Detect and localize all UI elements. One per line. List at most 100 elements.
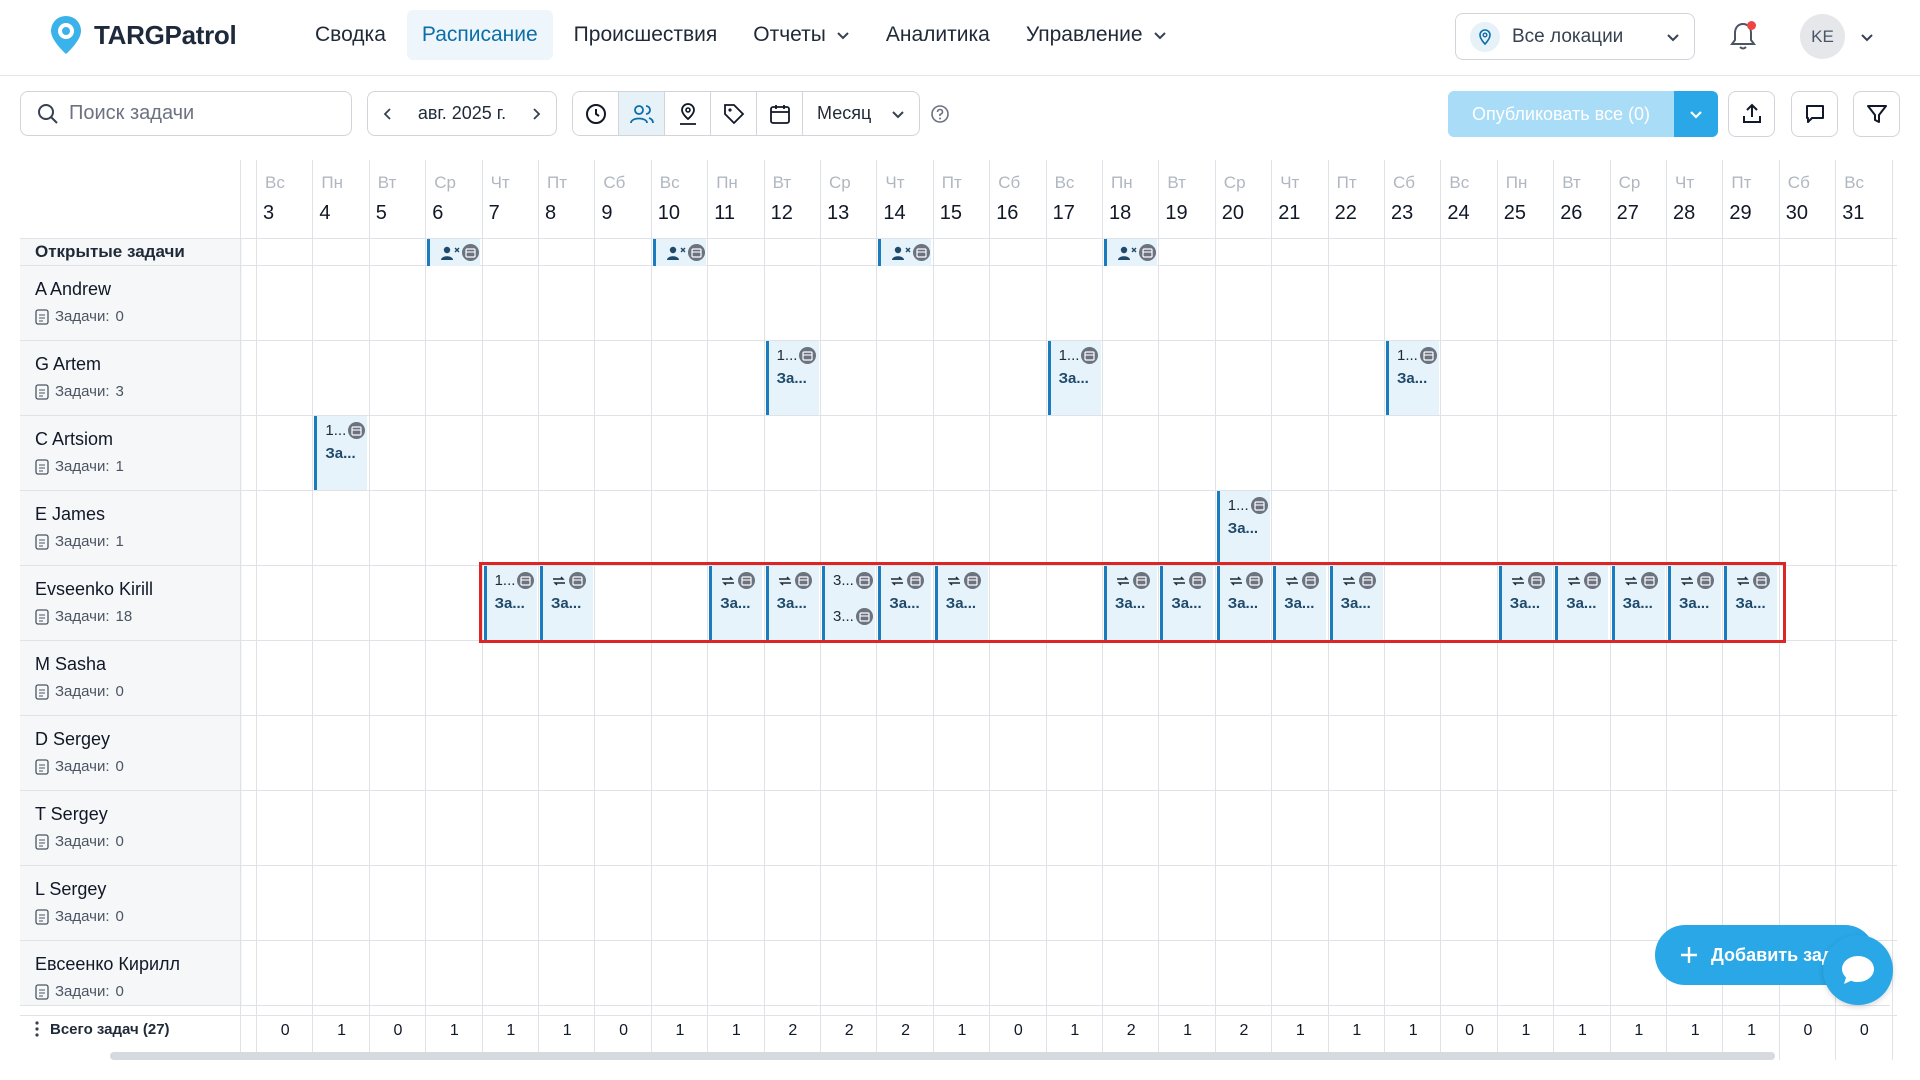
view-by-employee-button[interactable]	[619, 92, 665, 135]
day-header[interactable]: Вс24	[1441, 160, 1497, 238]
task-count-prefix: Задачи:	[55, 683, 110, 700]
task-count-prefix: Задачи:	[55, 308, 110, 325]
day-header[interactable]: Пт29	[1723, 160, 1779, 238]
task-card[interactable]: 1...За...	[766, 341, 819, 415]
day-header[interactable]: Сб16	[990, 160, 1046, 238]
daily-total: 1	[934, 1022, 990, 1040]
daily-total: 0	[1836, 1022, 1892, 1040]
employee-name[interactable]: T Sergey	[35, 804, 108, 825]
day-header[interactable]: Вт12	[765, 160, 821, 238]
day-number: 11	[714, 202, 735, 225]
day-header[interactable]: Чт21	[1272, 160, 1328, 238]
day-header[interactable]: Пт8	[539, 160, 595, 238]
nav-item-3[interactable]: Отчеты	[738, 10, 865, 60]
day-header[interactable]: Чт28	[1667, 160, 1723, 238]
view-range-select[interactable]: Месяц	[803, 92, 919, 135]
day-number: 5	[376, 202, 387, 225]
day-header[interactable]: Сб23	[1385, 160, 1441, 238]
day-header[interactable]: Вс 31	[1836, 160, 1892, 238]
day-header[interactable]: Ср27	[1611, 160, 1667, 238]
day-header[interactable]: Вс3	[257, 160, 313, 238]
horizontal-scrollbar[interactable]	[110, 1052, 1775, 1060]
view-by-time-button[interactable]	[573, 92, 619, 135]
chevron-left-icon[interactable]	[382, 107, 394, 121]
employee-name[interactable]: Евсеенко Кирилл	[35, 954, 180, 975]
nav-item-label: Происшествия	[574, 23, 718, 47]
location-select[interactable]: Все локации	[1455, 13, 1695, 60]
day-header[interactable]: Сб30	[1780, 160, 1836, 238]
open-task-chip[interactable]	[427, 239, 480, 266]
day-header[interactable]: Вт 5	[370, 160, 426, 238]
day-header[interactable]: Сб9	[595, 160, 651, 238]
help-icon[interactable]	[930, 104, 950, 124]
filter-button[interactable]	[1853, 91, 1900, 137]
period-label[interactable]: авг. 2025 г.	[418, 103, 506, 124]
day-number: 7	[489, 202, 500, 225]
app-logo[interactable]: TARGPatrol	[48, 14, 236, 56]
day-of-week: Вт	[378, 173, 397, 193]
day-of-week: Пн	[1111, 173, 1133, 193]
location-select-label: Все локации	[1512, 26, 1654, 48]
grid-row-divider	[20, 340, 1897, 341]
nav-item-5[interactable]: Управление	[1011, 10, 1182, 60]
employee-name[interactable]: D Sergey	[35, 729, 110, 750]
search-input[interactable]: Поиск задачи	[20, 91, 352, 136]
day-header[interactable]: Ср13	[821, 160, 877, 238]
comments-button[interactable]	[1791, 91, 1838, 137]
employee-name[interactable]: L Sergey	[35, 879, 106, 900]
task-card[interactable]: 1...За...	[1217, 491, 1270, 565]
publish-options-button[interactable]	[1674, 91, 1718, 137]
employee-task-count: Задачи:0	[35, 833, 124, 850]
publish-all-button[interactable]: Опубликовать все (0)	[1448, 91, 1674, 137]
day-header[interactable]: Вс10	[652, 160, 708, 238]
employee-name[interactable]: E James	[35, 504, 105, 525]
view-by-tag-button[interactable]	[711, 92, 757, 135]
day-of-week: Вс	[1844, 173, 1864, 193]
day-header[interactable]: Чт14	[877, 160, 933, 238]
document-icon	[35, 759, 49, 775]
nav-item-0[interactable]: Сводка	[300, 10, 401, 60]
day-number: 31	[1842, 202, 1864, 225]
day-header[interactable]: Вс17	[1047, 160, 1103, 238]
daily-total: 0	[990, 1022, 1046, 1040]
grid-row-divider	[20, 1015, 1897, 1016]
employee-name[interactable]: M Sasha	[35, 654, 106, 675]
chevron-right-icon[interactable]	[530, 107, 542, 121]
day-header[interactable]: Ср20	[1216, 160, 1272, 238]
task-card-time: 1...	[325, 422, 346, 439]
nav-item-4[interactable]: Аналитика	[871, 10, 1005, 60]
nav-item-2[interactable]: Происшествия	[559, 10, 733, 60]
day-header[interactable]: Пн18	[1103, 160, 1159, 238]
employee-name[interactable]: Evseenko Kirill	[35, 579, 153, 600]
chevron-down-icon[interactable]	[1860, 30, 1874, 44]
day-header[interactable]: Ср6	[426, 160, 482, 238]
day-header[interactable]: Вт19	[1159, 160, 1215, 238]
day-header[interactable]: Чт7	[483, 160, 539, 238]
task-card[interactable]: 1...За...	[1386, 341, 1439, 415]
open-task-chip[interactable]	[1104, 239, 1157, 266]
day-number: 19	[1165, 202, 1187, 225]
employee-name[interactable]: A Andrew	[35, 279, 111, 300]
user-avatar[interactable]: KE	[1800, 14, 1845, 59]
day-header[interactable]: Пт22	[1329, 160, 1385, 238]
view-by-calendar-button[interactable]	[757, 92, 803, 135]
chevron-down-icon	[836, 28, 850, 42]
task-card[interactable]: 1...За...	[314, 416, 367, 490]
export-button[interactable]	[1728, 91, 1775, 137]
view-by-location-button[interactable]	[665, 92, 711, 135]
day-header[interactable]: Пн4	[313, 160, 369, 238]
employee-name[interactable]: G Artem	[35, 354, 101, 375]
nav-item-label: Управление	[1026, 23, 1143, 47]
day-header[interactable]: Вт26	[1554, 160, 1610, 238]
employee-name[interactable]: C Artsiom	[35, 429, 113, 450]
more-vertical-icon[interactable]	[34, 1020, 40, 1038]
day-header[interactable]: Пн25	[1498, 160, 1554, 238]
day-header[interactable]: Пн11	[708, 160, 764, 238]
task-card[interactable]: 1...За...	[1048, 341, 1101, 415]
open-task-chip[interactable]	[878, 239, 931, 266]
day-header[interactable]: Пт15	[934, 160, 990, 238]
task-count-prefix: Задачи:	[55, 533, 110, 550]
open-task-chip[interactable]	[653, 239, 706, 266]
nav-item-1[interactable]: Расписание	[407, 10, 553, 60]
support-chat-button[interactable]	[1823, 935, 1893, 1005]
